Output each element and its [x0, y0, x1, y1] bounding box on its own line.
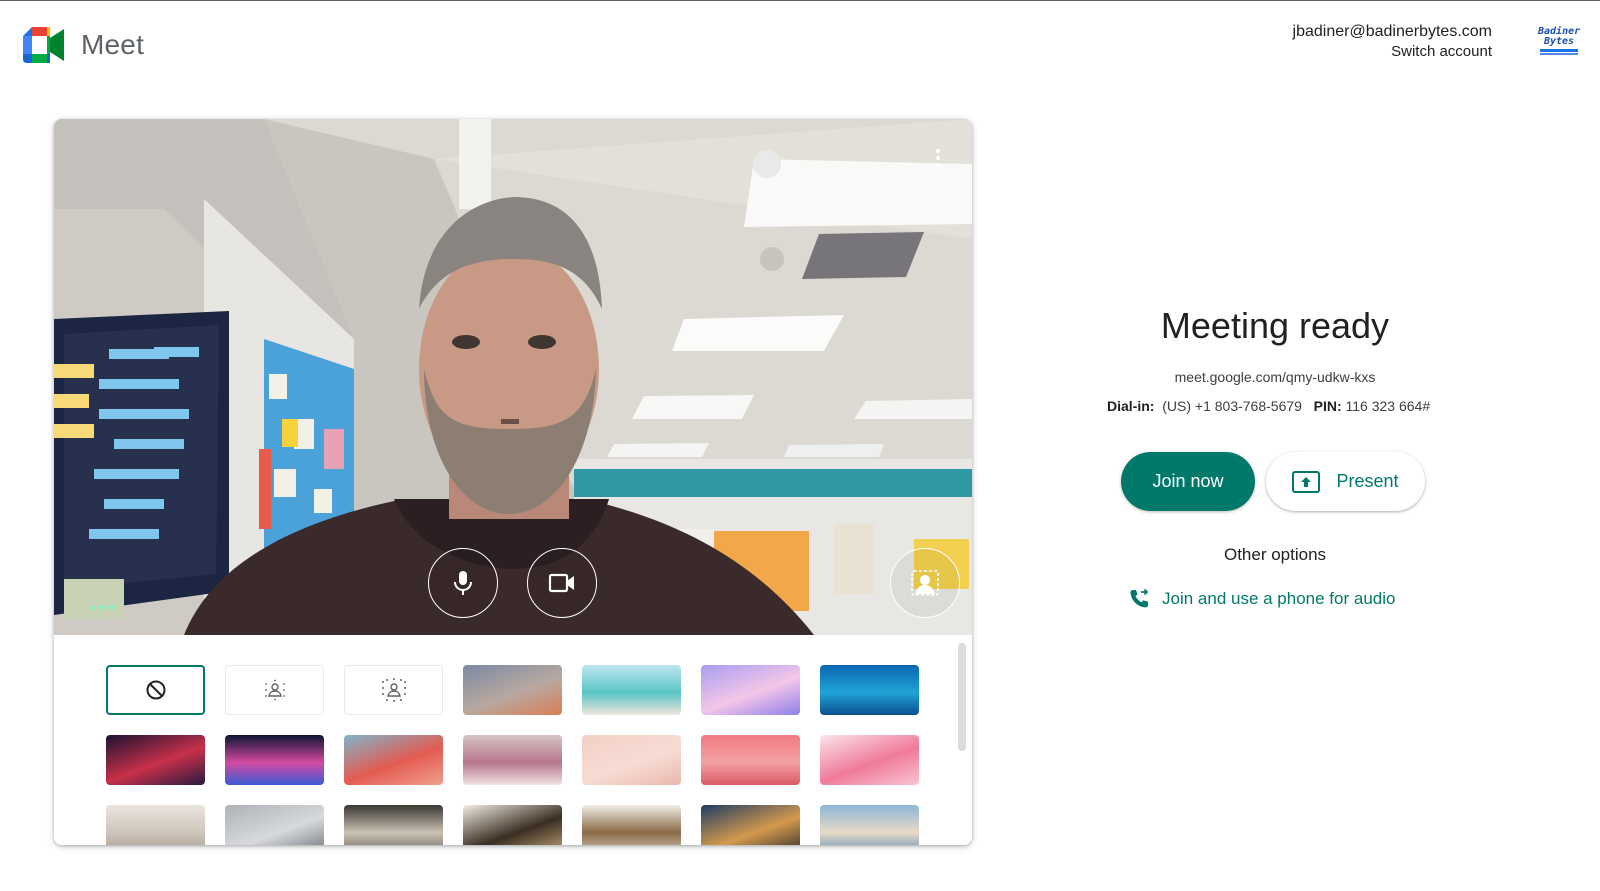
background-thumbnail-shelves[interactable]: [582, 805, 681, 845]
background-thumbnail-cabin[interactable]: [701, 805, 800, 845]
background-thumbnail-roses[interactable]: [463, 735, 562, 785]
slight-blur-option[interactable]: [225, 665, 324, 715]
org-avatar[interactable]: Badiner Bytes: [1538, 27, 1580, 59]
present-label: Present: [1336, 471, 1399, 491]
app-name: Meet: [81, 29, 145, 60]
meet-logo[interactable]: Meet: [23, 27, 144, 63]
background-thumbnail-fireworks[interactable]: [225, 735, 324, 785]
visual-effects-icon: [911, 570, 939, 596]
background-panel-scrollbar[interactable]: [958, 643, 966, 751]
other-options-heading: Other options: [1223, 545, 1327, 564]
background-thumbnail-underwater[interactable]: [820, 665, 919, 715]
background-thumbnail-sunset-gradient[interactable]: [463, 665, 562, 715]
camera-scene-image: [54, 119, 972, 635]
camera-toggle-button[interactable]: [527, 548, 597, 618]
background-thumbnail-beach[interactable]: [582, 665, 681, 715]
org-logo-text: Badiner Bytes: [1538, 26, 1581, 47]
mic-icon: [454, 571, 472, 595]
join-now-button[interactable]: Join now: [1121, 452, 1255, 511]
meeting-ready-title: Meeting ready: [1160, 305, 1390, 346]
present-button[interactable]: Present: [1266, 452, 1425, 511]
present-to-all-icon: [1292, 470, 1321, 493]
background-thumbnail-pink-grid[interactable]: [701, 735, 800, 785]
self-video-preview: [54, 119, 972, 635]
no-effect-option[interactable]: [106, 665, 205, 715]
org-logo-bar-2: [1540, 53, 1578, 55]
meeting-url: meet.google.com/qmy-udkw-kxs: [1174, 369, 1376, 385]
speaking-indicator: [64, 591, 140, 623]
background-thumbnail-flowers[interactable]: [344, 735, 443, 785]
background-thumbnail-loft[interactable]: [344, 805, 443, 845]
dial-in-number: (US) +1 803-768-5679: [1162, 398, 1302, 414]
pin-value: 116 323 664#: [1345, 398, 1431, 414]
blur-option[interactable]: [344, 665, 443, 715]
dial-in-info: Dial-in: (US) +1 803-768-5679 PIN: 116 3…: [1107, 398, 1430, 414]
background-thumbnail-pink-confetti[interactable]: [582, 735, 681, 785]
background-effects-panel: [54, 635, 972, 845]
microphone-toggle-button[interactable]: [428, 548, 498, 618]
preview-card: [54, 119, 972, 845]
background-thumbnail-clouds[interactable]: [701, 665, 800, 715]
block-icon: [146, 680, 165, 700]
background-thumbnail-grid: [106, 665, 919, 845]
blur-icon: [381, 678, 406, 702]
meet-logo-icon: [23, 27, 64, 63]
phone-forwarded-icon: [1130, 588, 1149, 608]
more-vert-icon[interactable]: [934, 149, 942, 169]
background-thumbnail-gallery-room[interactable]: [106, 805, 205, 845]
org-logo-bar: [1540, 49, 1578, 52]
dial-in-label: Dial-in:: [1107, 398, 1155, 414]
slight-blur-icon: [264, 679, 285, 701]
background-thumbnail-nebula[interactable]: [106, 735, 205, 785]
account-email: jbadiner@badinerbytes.com: [1292, 23, 1492, 40]
background-thumbnail-coast[interactable]: [820, 805, 919, 845]
background-thumbnail-bookshelf[interactable]: [463, 805, 562, 845]
switch-account-link[interactable]: Switch account: [1293, 42, 1492, 62]
background-thumbnail-office[interactable]: [225, 805, 324, 845]
account-info: jbadiner@badinerbytes.com Switch account: [1293, 22, 1492, 62]
join-with-phone-link[interactable]: Join and use a phone for audio: [1128, 588, 1395, 610]
pin-label: PIN:: [1313, 398, 1342, 414]
join-with-phone-label: Join and use a phone for audio: [1162, 589, 1396, 608]
background-thumbnail-petals[interactable]: [820, 735, 919, 785]
visual-effects-button[interactable]: [890, 548, 960, 618]
top-rule: [0, 0, 1600, 1]
videocam-icon: [548, 573, 574, 593]
